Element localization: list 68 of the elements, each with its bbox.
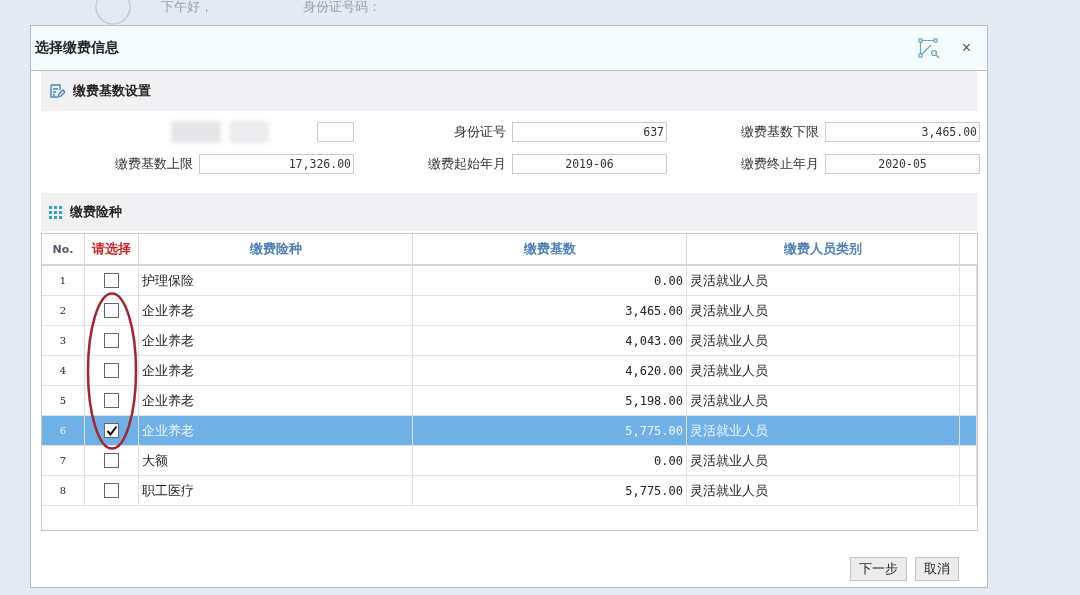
table-cell: 灵活就业人员 [687,266,960,295]
checkbox[interactable] [104,483,119,498]
table-cell: 3,465.00 [413,296,687,325]
input-field[interactable]: 17,326.00 [199,154,354,174]
table-cell: 灵活就业人员 [687,356,960,385]
table-cell: 灵活就业人员 [687,326,960,355]
table-cell: 0.00 [413,266,687,295]
table-cell: 灵活就业人员 [687,386,960,415]
column-header: 请选择 [85,234,139,264]
checkbox[interactable] [104,393,119,408]
table-cell: 灵活就业人员 [687,446,960,475]
section-title: 缴费险种 [70,203,122,221]
dialog-button[interactable]: 取消 [915,557,959,581]
table-cell: 护理保险 [139,266,413,295]
dialog-button[interactable]: 下一步 [850,557,907,581]
table-cell: 职工医疗 [139,476,413,505]
window-title: 选择缴费信息 [35,39,120,57]
column-header: 缴费基数 [413,234,687,264]
field-label: 缴费基数上限 [115,155,193,173]
table-cell: 灵活就业人员 [687,296,960,325]
row-number: 1 [42,266,85,295]
screenshot-icon[interactable] [917,38,940,58]
input-field[interactable]: 2020-05 [825,154,980,174]
input-field[interactable]: 637 [512,122,667,142]
table-cell: 5,775.00 [413,416,687,445]
input-field[interactable] [317,122,354,142]
table-cell: 企业养老 [139,356,413,385]
row-number: 8 [42,476,85,505]
greeting-text: 下午好， [161,0,213,14]
table-cell: 企业养老 [139,326,413,355]
section-title: 缴费基数设置 [73,82,151,100]
table-cell: 企业养老 [139,296,413,325]
checkbox[interactable] [104,273,119,288]
table-cell: 4,043.00 [413,326,687,355]
table-cell: 4,620.00 [413,356,687,385]
table-cell: 灵活就业人员 [687,476,960,505]
checkbox[interactable] [104,423,119,438]
table-cell: 灵活就业人员 [687,416,960,445]
input-field[interactable]: 3,465.00 [825,122,980,142]
table-cell: 5,198.00 [413,386,687,415]
table-cell: 大额 [139,446,413,475]
grid-dots-icon [49,205,62,219]
checkbox[interactable] [104,453,119,468]
field-label: 身份证号 [454,123,506,141]
column-header: No. [42,234,85,264]
field-label: 缴费终止年月 [741,155,819,173]
field-label: 缴费起始年月 [428,155,506,173]
avatar-icon [95,0,131,25]
table-cell: 企业养老 [139,386,413,415]
column-header: 缴费人员类别 [687,234,960,264]
edit-form-icon [49,83,65,99]
row-number: 2 [42,296,85,325]
checkbox[interactable] [104,303,119,318]
row-number: 6 [42,416,85,445]
id-label: 身份证号码： [303,0,381,14]
row-number: 3 [42,326,85,355]
table-cell: 0.00 [413,446,687,475]
input-field[interactable]: 2019-06 [512,154,667,174]
column-header: 缴费险种 [139,234,413,264]
row-number: 4 [42,356,85,385]
table-cell: 企业养老 [139,416,413,445]
row-number: 7 [42,446,85,475]
table-cell: 5,775.00 [413,476,687,505]
field-label: 缴费基数下限 [741,123,819,141]
row-number: 5 [42,386,85,415]
checkbox[interactable] [104,333,119,348]
checkbox[interactable] [104,363,119,378]
close-button[interactable]: × [957,39,975,57]
